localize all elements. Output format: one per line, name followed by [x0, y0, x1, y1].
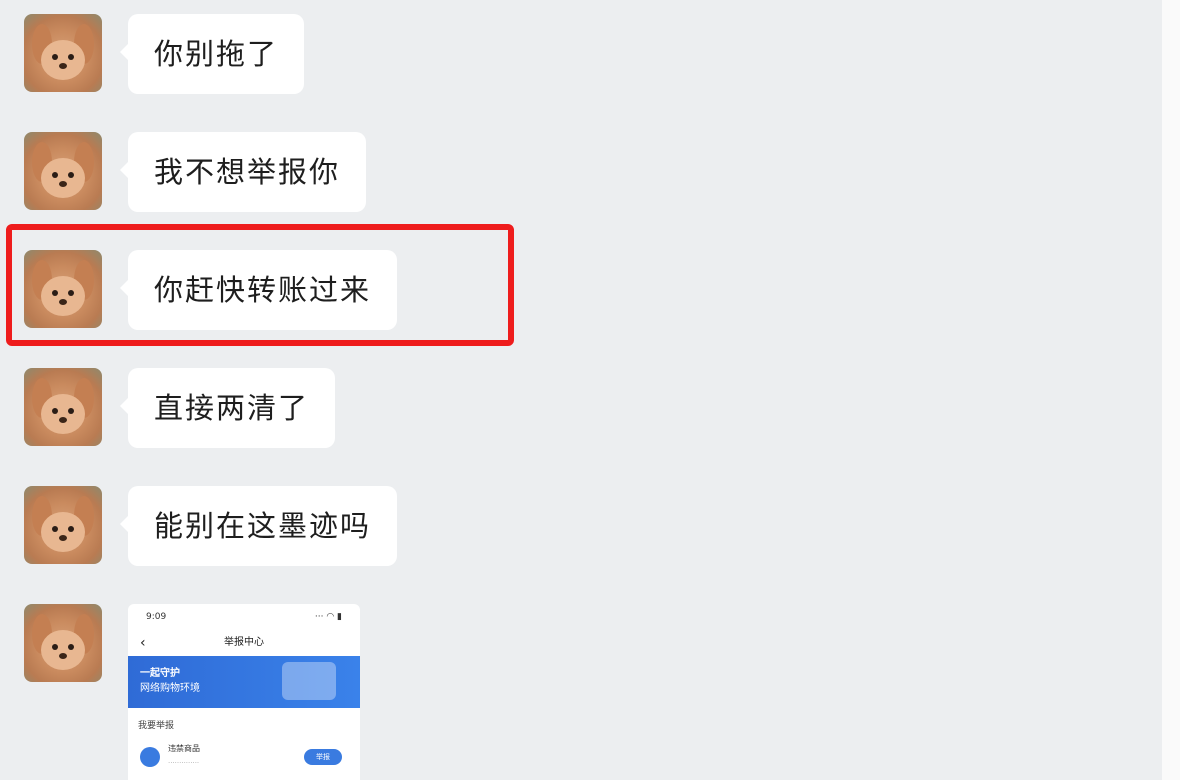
puppy-avatar-icon	[32, 24, 94, 80]
red-highlight-box	[6, 224, 514, 346]
message-bubble[interactable]: 能别在这墨迹吗	[119, 486, 398, 566]
embedded-nav-title: 举报中心	[224, 637, 264, 648]
avatar[interactable]	[24, 486, 102, 564]
embedded-banner: 一起守护 网络购物环境	[128, 656, 360, 708]
puppy-avatar-icon	[32, 378, 94, 434]
shield-illustration-icon	[282, 662, 336, 700]
message-bubble[interactable]: 我不想举报你	[119, 132, 367, 212]
image-message[interactable]: 9:09 ··· ◠ ▮ ‹ 举报中心 一起守护 网络购物环境 我要举报 违禁商…	[128, 604, 360, 780]
message-bubble[interactable]: 直接两清了	[119, 368, 336, 448]
puppy-avatar-icon	[32, 496, 94, 552]
message-bubble[interactable]: 你别拖了	[119, 14, 305, 94]
avatar[interactable]	[24, 368, 102, 446]
scroll-edge	[1162, 0, 1180, 780]
embedded-section-title: 我要举报	[138, 721, 175, 731]
embedded-status-icons: ··· ◠ ▮	[314, 612, 342, 622]
embedded-nav-bar: ‹ 举报中心	[128, 630, 360, 656]
embedded-status-time: 9:09	[146, 612, 167, 622]
avatar[interactable]	[24, 132, 102, 210]
chat-area: 你别拖了 我不想举报你 你赶快转账过来 直接两清了 能别在这墨迹吗 9:09 ·…	[0, 0, 1162, 780]
embedded-row-subtitle: ..............	[168, 757, 200, 765]
embedded-report-button: 举报	[304, 749, 342, 765]
embedded-report-row: 违禁商品 .............. 举报	[128, 737, 360, 777]
puppy-avatar-icon	[32, 142, 94, 198]
category-icon	[140, 747, 160, 767]
avatar[interactable]	[24, 604, 102, 682]
avatar[interactable]	[24, 14, 102, 92]
puppy-avatar-icon	[32, 614, 94, 670]
back-icon: ‹	[140, 635, 146, 651]
embedded-row-title: 违禁商品	[168, 744, 200, 753]
embedded-status-bar: 9:09 ··· ◠ ▮	[128, 604, 360, 630]
